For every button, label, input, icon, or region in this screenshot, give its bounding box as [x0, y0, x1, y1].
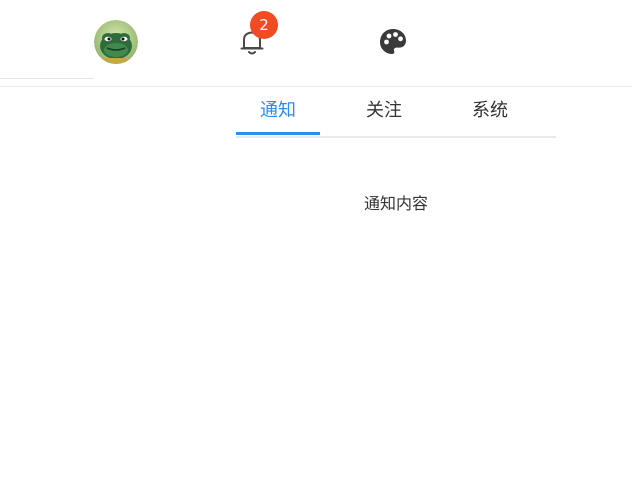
tab-system[interactable]: 系统: [448, 98, 532, 126]
tab-follow[interactable]: 关注: [342, 98, 426, 126]
top-header: 2: [0, 0, 632, 87]
theme-button[interactable]: [376, 25, 410, 59]
search-underline: [0, 78, 94, 79]
active-tab-indicator: [236, 132, 320, 135]
palette-icon: [380, 29, 406, 54]
tab-content: 通知内容: [363, 194, 428, 213]
avatar-frog-icon: [94, 20, 138, 64]
page: 2 通知 关注 系统 通知内容: [0, 0, 632, 486]
notification-badge: 2: [250, 11, 278, 39]
tab-notice[interactable]: 通知: [236, 98, 320, 126]
avatar[interactable]: [94, 20, 138, 64]
notification-tabs: 通知 关注 系统: [236, 88, 556, 138]
